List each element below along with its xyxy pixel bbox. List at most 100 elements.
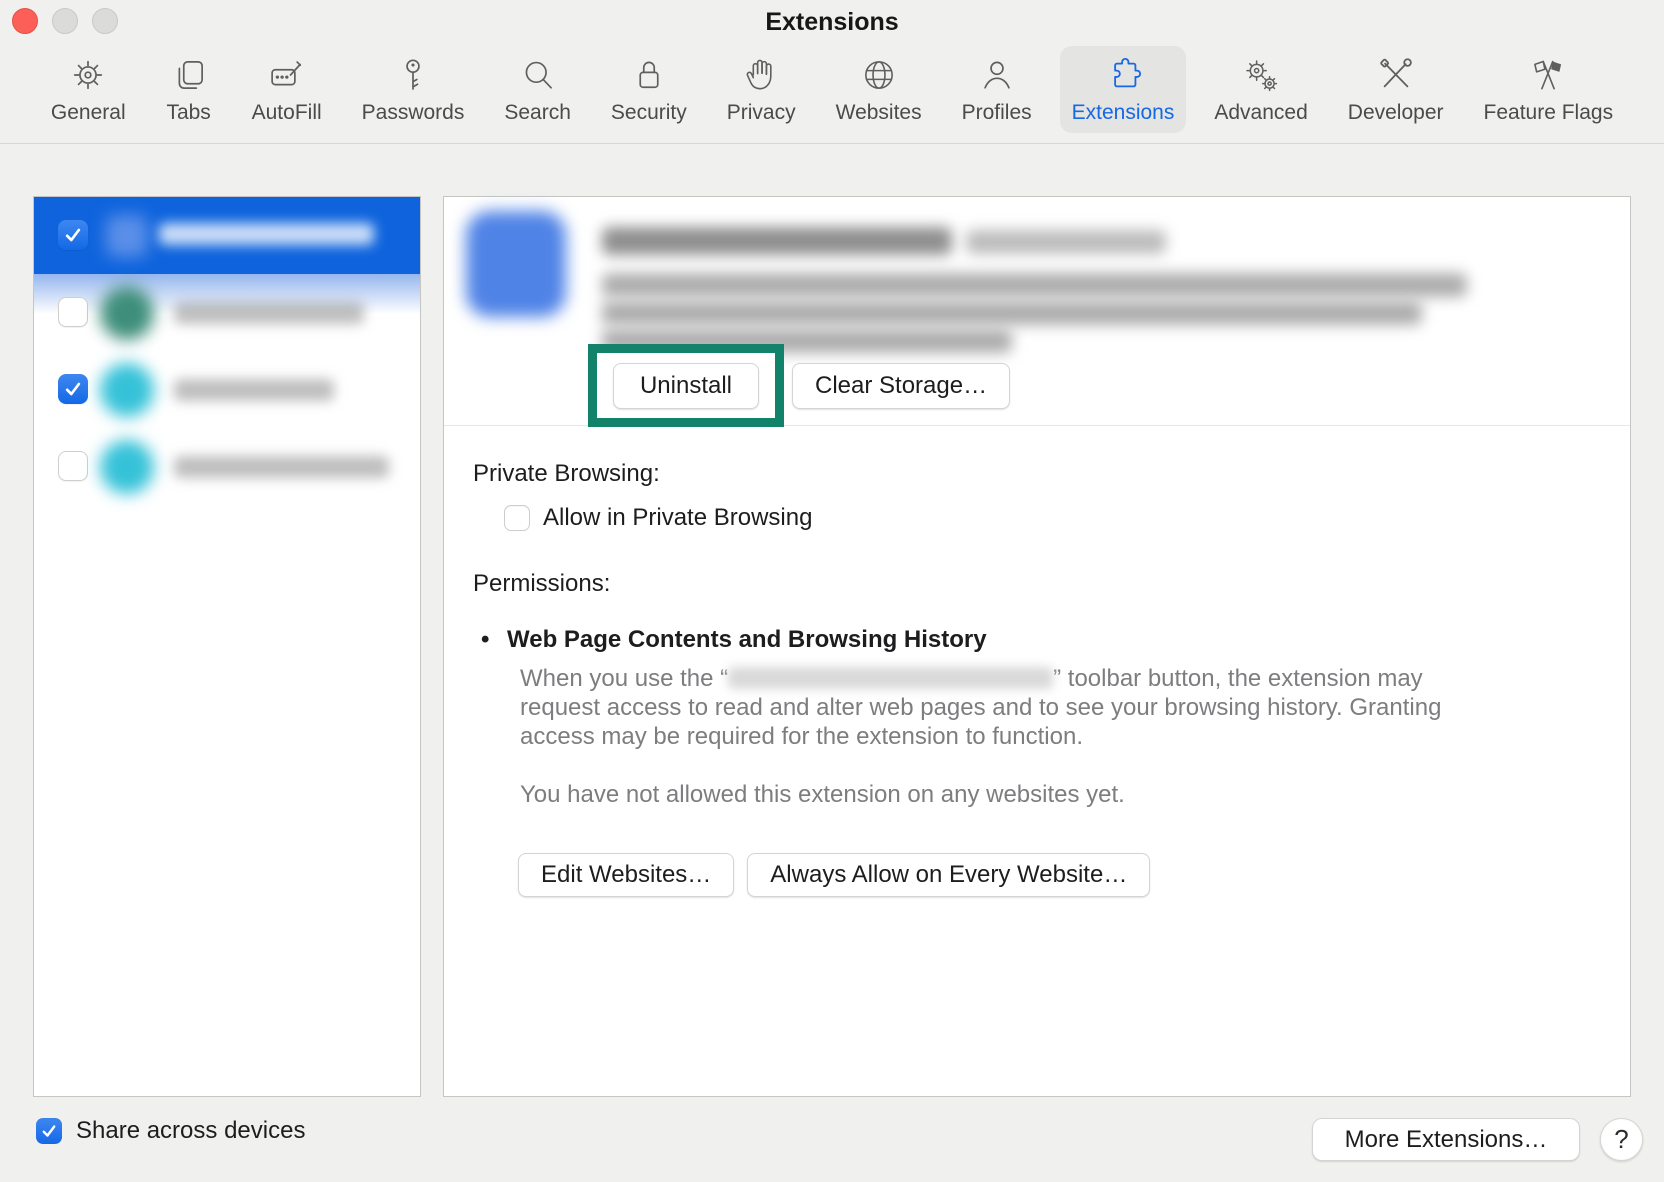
more-extensions-button[interactable]: More Extensions… (1312, 1118, 1580, 1161)
extensions-pane: Uninstall Clear Storage… Private Browsin… (0, 156, 1664, 1182)
extension-name-redacted (159, 223, 374, 245)
tab-label: Websites (836, 101, 922, 125)
hand-icon (738, 52, 784, 98)
extension-list-item-3[interactable] (34, 351, 420, 428)
websites-note: You have not allowed this extension on a… (520, 781, 1630, 809)
clear-storage-button[interactable]: Clear Storage… (792, 363, 1010, 409)
tab-label: Extensions (1072, 101, 1175, 125)
footer-bar: Share across devices More Extensions… ? (0, 1117, 1664, 1163)
window-title: Extensions (0, 0, 1664, 44)
tab-feature-flags[interactable]: Feature Flags (1472, 46, 1626, 133)
extension-icon-redacted (100, 363, 154, 417)
tab-label: Search (504, 101, 571, 125)
key-icon (390, 52, 436, 98)
permission-title: Web Page Contents and Browsing History (507, 626, 987, 654)
extension-name-redacted (728, 667, 1053, 689)
lock-icon (626, 52, 672, 98)
tab-label: Passwords (362, 101, 465, 125)
check-icon (63, 379, 83, 399)
extension-detail-header: Uninstall Clear Storage… (444, 197, 1630, 426)
gears-icon (1238, 52, 1284, 98)
help-button[interactable]: ? (1600, 1118, 1643, 1161)
check-icon (63, 225, 83, 245)
extension-list (33, 196, 421, 1097)
tab-passwords[interactable]: Passwords (350, 46, 477, 133)
permissions-label: Permissions: (473, 570, 1630, 598)
extension-list-item-1[interactable] (34, 197, 420, 274)
traffic-lights (12, 8, 118, 34)
uninstall-button[interactable]: Uninstall (613, 363, 759, 409)
search-icon (515, 52, 561, 98)
tab-websites[interactable]: Websites (824, 46, 934, 133)
extension-description-redacted (602, 273, 1467, 297)
always-allow-button[interactable]: Always Allow on Every Website… (747, 853, 1150, 897)
annotation-highlight-box: Uninstall (588, 344, 784, 427)
extension-icon-redacted (106, 215, 148, 257)
website-buttons-row: Edit Websites… Always Allow on Every Web… (518, 853, 1630, 897)
private-browsing-label: Private Browsing: (473, 460, 1630, 488)
close-window-button[interactable] (12, 8, 38, 34)
extension-icon-redacted (100, 440, 154, 494)
allow-private-browsing-checkbox[interactable] (504, 505, 530, 531)
tab-extensions[interactable]: Extensions (1060, 46, 1187, 133)
tools-icon (1373, 52, 1419, 98)
autofill-icon (264, 52, 310, 98)
person-icon (974, 52, 1020, 98)
gear-icon (65, 52, 111, 98)
extension-detail-body: Private Browsing: Allow in Private Brows… (444, 426, 1630, 897)
toolbar-divider (0, 143, 1664, 144)
tab-advanced[interactable]: Advanced (1202, 46, 1319, 133)
tab-label: Tabs (166, 101, 210, 125)
permission-text-before: When you use the “ (520, 665, 728, 692)
extension-list-item-4[interactable] (34, 428, 420, 505)
tab-autofill[interactable]: AutoFill (240, 46, 334, 133)
tab-search[interactable]: Search (492, 46, 583, 133)
extension-name-redacted (174, 302, 364, 324)
check-icon (40, 1122, 58, 1140)
share-across-devices-checkbox[interactable] (36, 1118, 62, 1144)
extension-title-redacted (602, 227, 952, 255)
tab-profiles[interactable]: Profiles (950, 46, 1044, 133)
extension-detail-panel: Uninstall Clear Storage… Private Browsin… (443, 196, 1631, 1097)
tab-label: Advanced (1214, 101, 1307, 125)
tab-label: Security (611, 101, 687, 125)
globe-icon (856, 52, 902, 98)
extension-version-redacted (966, 230, 1166, 254)
share-across-devices-label: Share across devices (76, 1117, 305, 1145)
extension-name-redacted (174, 379, 334, 401)
settings-toolbar: General Tabs AutoFill (0, 42, 1664, 143)
tab-general[interactable]: General (39, 46, 138, 133)
extension-name-redacted (174, 456, 389, 478)
extension-list-item-2[interactable] (34, 274, 420, 351)
edit-websites-button[interactable]: Edit Websites… (518, 853, 734, 897)
extension-enabled-checkbox[interactable] (58, 297, 88, 327)
tab-label: Developer (1348, 101, 1444, 125)
tab-label: Profiles (962, 101, 1032, 125)
permission-description: When you use the “” toolbar button, the … (520, 664, 1470, 751)
tab-privacy[interactable]: Privacy (715, 46, 808, 133)
extension-enabled-checkbox[interactable] (58, 451, 88, 481)
puzzle-icon (1100, 52, 1146, 98)
extension-enabled-checkbox[interactable] (58, 220, 88, 250)
tabs-icon (166, 52, 212, 98)
titlebar: Extensions (0, 0, 1664, 42)
tab-label: Feature Flags (1484, 101, 1614, 125)
extension-icon-redacted (100, 286, 154, 340)
allow-private-browsing-row: Allow in Private Browsing (504, 504, 1630, 532)
bullet-glyph: • (481, 626, 507, 654)
tab-developer[interactable]: Developer (1336, 46, 1456, 133)
tab-label: Privacy (727, 101, 796, 125)
tab-tabs[interactable]: Tabs (154, 46, 224, 133)
share-across-devices-row: Share across devices (36, 1117, 305, 1145)
tab-label: General (51, 101, 126, 125)
allow-private-browsing-label: Allow in Private Browsing (543, 504, 812, 532)
extension-enabled-checkbox[interactable] (58, 374, 88, 404)
minimize-window-button[interactable] (52, 8, 78, 34)
extension-icon-redacted (466, 211, 566, 317)
permission-item: • Web Page Contents and Browsing History (481, 626, 1630, 654)
tab-label: AutoFill (252, 101, 322, 125)
zoom-window-button[interactable] (92, 8, 118, 34)
flags-icon (1525, 52, 1571, 98)
extension-description-redacted (602, 301, 1422, 325)
tab-security[interactable]: Security (599, 46, 699, 133)
